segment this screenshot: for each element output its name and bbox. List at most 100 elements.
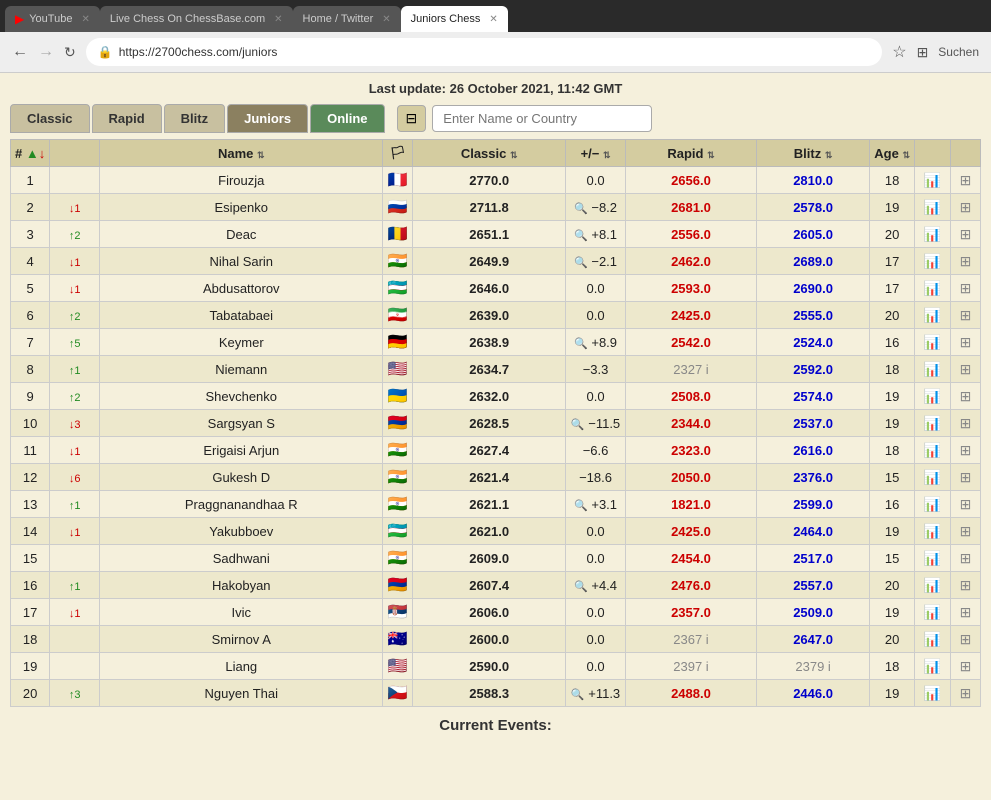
cell-chart[interactable]: 📊 [915,248,951,275]
search-icon[interactable]: 🔍 [574,257,588,269]
cell-change: ↑2 [50,221,100,248]
cell-info[interactable]: ⊞ [951,464,981,491]
cell-info[interactable]: ⊞ [951,275,981,302]
cell-flag: 🇮🇷 [383,302,413,329]
search-icon[interactable]: 🔍 [574,230,588,242]
cell-chart[interactable]: 📊 [915,329,951,356]
cell-chart[interactable]: 📊 [915,491,951,518]
cell-chart[interactable]: 📊 [915,167,951,194]
tab-online[interactable]: Online [310,104,384,133]
cell-chart[interactable]: 📊 [915,437,951,464]
tab-juniors[interactable]: Juniors [227,104,308,133]
tab-juniors-close[interactable]: ✕ [489,14,497,25]
tab-twitter[interactable]: Home / Twitter ✕ [293,6,401,32]
tab-youtube-close[interactable]: ✕ [81,14,89,25]
cell-change: ↑1 [50,572,100,599]
cell-change [50,626,100,653]
cell-rapid: 2367 i [626,626,757,653]
search-icon[interactable]: 🔍 [574,338,588,350]
cell-chart[interactable]: 📊 [915,356,951,383]
cell-info[interactable]: ⊞ [951,167,981,194]
header-rapid[interactable]: Rapid ⇅ [626,140,757,167]
cell-info[interactable]: ⊞ [951,599,981,626]
cell-chart[interactable]: 📊 [915,680,951,707]
tab-twitter-close[interactable]: ✕ [382,14,390,25]
cell-info[interactable]: ⊞ [951,221,981,248]
header-age[interactable]: Age ⇅ [870,140,915,167]
cell-chart[interactable]: 📊 [915,275,951,302]
reload-button[interactable]: ↻ [64,44,76,61]
search-icon[interactable]: 🔍 [571,419,585,431]
blitz-value: 2578.0 [793,200,833,215]
tab-rapid[interactable]: Rapid [92,104,162,133]
flag-icon: 🇷🇴 [388,226,408,243]
flag-icon: 🇺🇸 [388,658,408,675]
cell-info[interactable]: ⊞ [951,545,981,572]
header-blitz[interactable]: Blitz ⇅ [756,140,869,167]
tab-juniors[interactable]: Juniors Chess ✕ [401,6,508,32]
cell-rank: 19 [11,653,50,680]
tab-chessbase-close[interactable]: ✕ [274,14,282,25]
tab-blitz[interactable]: Blitz [164,104,225,133]
tab-classic[interactable]: Classic [10,104,90,133]
cell-chart[interactable]: 📊 [915,410,951,437]
header-rank[interactable]: # ▲↓ [11,140,50,167]
search-icon[interactable]: 🔍 [574,500,588,512]
search-icon[interactable]: 🔍 [571,689,585,701]
current-events-label: Current Events: [10,717,981,734]
cell-flag: 🇮🇳 [383,491,413,518]
search-input[interactable] [432,105,652,132]
cell-chart[interactable]: 📊 [915,383,951,410]
header-name[interactable]: Name ⇅ [100,140,383,167]
cell-chart[interactable]: 📊 [915,464,951,491]
cell-rapid: 2327 i [626,356,757,383]
cell-info[interactable]: ⊞ [951,248,981,275]
header-diff[interactable]: +/− ⇅ [566,140,626,167]
cell-chart[interactable]: 📊 [915,518,951,545]
cell-info[interactable]: ⊞ [951,437,981,464]
address-input[interactable]: 🔒 https://2700chess.com/juniors [86,38,882,66]
cell-info[interactable]: ⊞ [951,491,981,518]
bookmark-icon[interactable]: ☆ [892,42,906,62]
cell-info[interactable]: ⊞ [951,518,981,545]
cell-info[interactable]: ⊞ [951,680,981,707]
cell-diff: −3.3 [566,356,626,383]
table-row: 2 ↓1 Esipenko 🇷🇺 2711.8 🔍 −8.2 2681.0 25… [11,194,981,221]
cell-info[interactable]: ⊞ [951,626,981,653]
search-icon[interactable]: 🔍 [574,203,588,215]
cell-chart[interactable]: 📊 [915,653,951,680]
search-icon[interactable]: 🔍 [574,581,588,593]
cell-info[interactable]: ⊞ [951,410,981,437]
cell-info[interactable]: ⊞ [951,329,981,356]
rapid-value: 2367 i [673,632,708,647]
header-classic[interactable]: Classic ⇅ [413,140,566,167]
change-down: ↓3 [69,419,81,431]
cell-info[interactable]: ⊞ [951,194,981,221]
cell-chart[interactable]: 📊 [915,626,951,653]
cell-chart[interactable]: 📊 [915,572,951,599]
cell-rank: 16 [11,572,50,599]
cell-info[interactable]: ⊞ [951,302,981,329]
cell-diff: 0.0 [566,518,626,545]
tab-chessbase[interactable]: Live Chess On ChessBase.com ✕ [100,6,293,32]
extensions-icon[interactable]: ⊞ [917,44,929,61]
cell-info[interactable]: ⊞ [951,383,981,410]
back-button[interactable]: ← [12,43,28,61]
cell-chart[interactable]: 📊 [915,221,951,248]
cell-info[interactable]: ⊞ [951,653,981,680]
cell-age: 20 [870,572,915,599]
flag-icon: 🇫🇷 [388,172,408,189]
cell-chart[interactable]: 📊 [915,545,951,572]
cell-chart[interactable]: 📊 [915,194,951,221]
filter-icon[interactable]: ⊟ [397,105,427,132]
cell-rank: 7 [11,329,50,356]
rapid-value: 2357.0 [671,605,711,620]
cell-info[interactable]: ⊞ [951,572,981,599]
cell-chart[interactable]: 📊 [915,599,951,626]
cell-diff: 0.0 [566,302,626,329]
tab-youtube[interactable]: ▶ YouTube ✕ [5,6,100,32]
cell-diff: −6.6 [566,437,626,464]
cell-info[interactable]: ⊞ [951,356,981,383]
forward-button[interactable]: → [38,43,54,61]
cell-chart[interactable]: 📊 [915,302,951,329]
